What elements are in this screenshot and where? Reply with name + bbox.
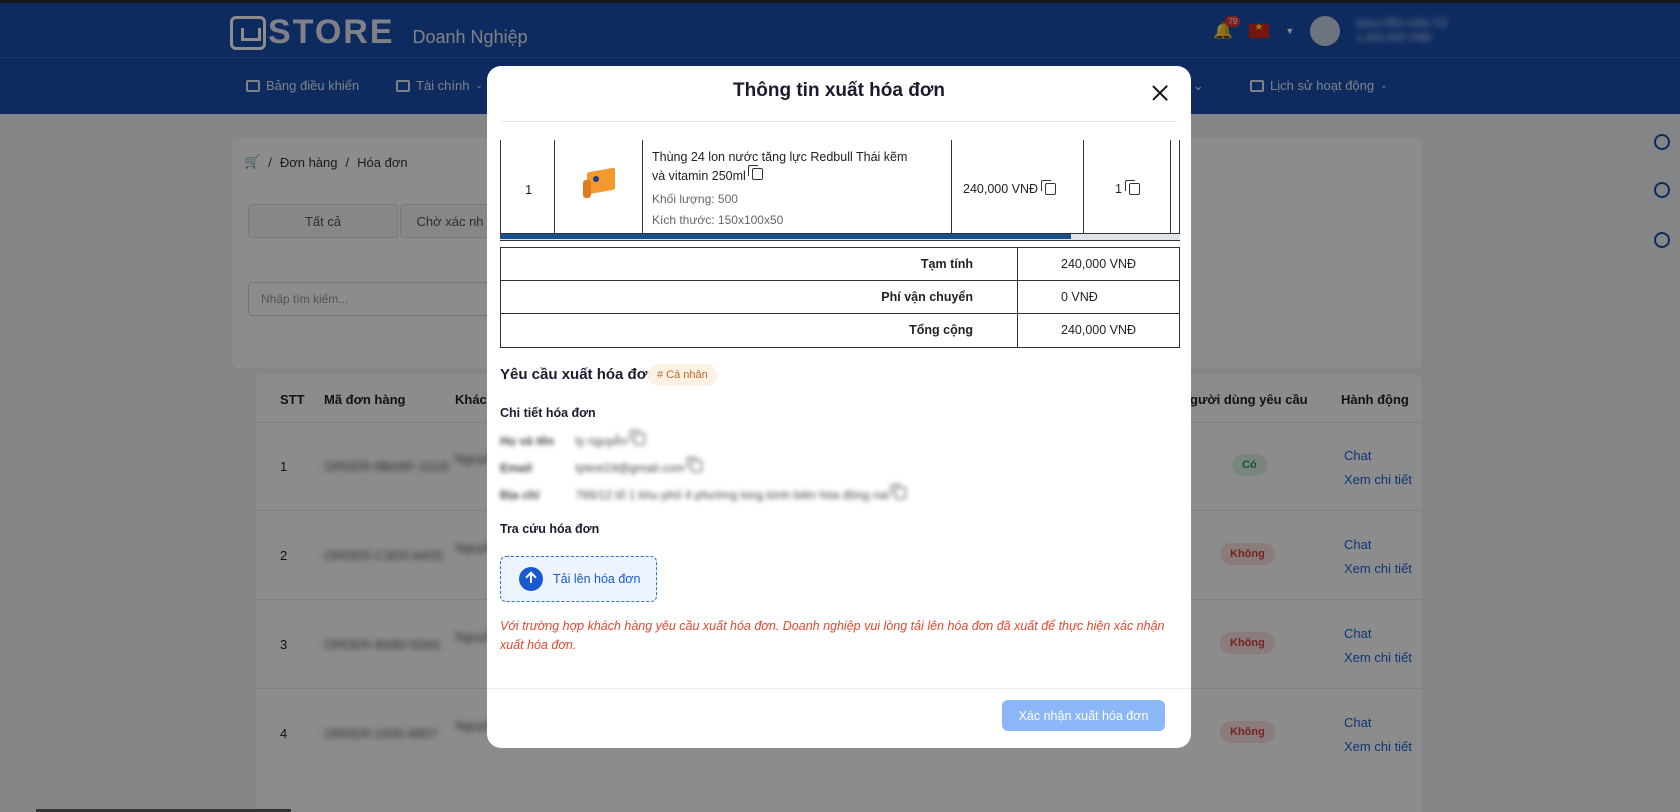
shipping-value: 0 VNĐ	[1061, 290, 1098, 304]
upload-invoice-button[interactable]: Tải lên hóa đơn	[500, 556, 657, 602]
lookup-title: Tra cứu hóa đơn	[500, 522, 600, 536]
subtotal-value: 240,000 VNĐ	[1061, 257, 1137, 271]
copy-icon[interactable]	[748, 165, 764, 180]
detail-address: Địa chỉ 766/12 tổ 1 khu phố 4 phường lon…	[500, 484, 907, 502]
warning-text: Với trường hợp khách hàng yêu cầu xuất h…	[500, 619, 1165, 652]
total-label: Tổng cộng	[909, 323, 973, 337]
product-name-text: Thùng 24 lon nước tăng lực Redbull Thái …	[652, 150, 908, 183]
divider	[501, 121, 1177, 122]
scrollbar-thumb[interactable]	[500, 234, 1072, 239]
upload-label: Tải lên hóa đơn	[553, 572, 641, 586]
subtotal-row: Tạm tính 240,000 VNĐ	[501, 248, 1179, 281]
invoice-type-badge: # Cá nhân	[648, 364, 717, 386]
detail-address-value: 766/12 tổ 1 khu phố 4 phường long bình b…	[575, 488, 889, 502]
product-qty: 1	[1115, 180, 1140, 196]
divider	[487, 688, 1191, 689]
horizontal-scrollbar[interactable]	[500, 233, 1180, 241]
product-image	[581, 164, 621, 204]
detail-name-value: ty nguyễn	[575, 434, 628, 448]
copy-icon[interactable]	[686, 457, 702, 472]
total-value: 240,000 VNĐ	[1061, 323, 1137, 337]
product-qty-text: 1	[1115, 182, 1122, 196]
detail-email-label: Email	[500, 461, 533, 475]
product-weight: Khối lượng: 500	[652, 192, 738, 206]
shipping-row: Phí vận chuyển 0 VNĐ	[501, 281, 1179, 314]
total-row: Tổng cộng 240,000 VNĐ	[501, 314, 1179, 347]
product-price: 240,000 VNĐ	[963, 180, 1057, 196]
detail-title: Chi tiết hóa đơn	[500, 406, 596, 420]
invoice-modal: Thông tin xuất hóa đơn 1 Thùng 24 lon nư…	[487, 66, 1191, 748]
product-name: Thùng 24 lon nước tăng lực Redbull Thái …	[652, 148, 922, 186]
copy-icon[interactable]	[891, 484, 907, 499]
product-price-text: 240,000 VNĐ	[963, 182, 1039, 196]
detail-address-label: Địa chỉ	[500, 488, 540, 502]
product-no: 1	[525, 182, 533, 197]
summary-table: Tạm tính 240,000 VNĐ Phí vận chuyển 0 VN…	[500, 247, 1180, 348]
detail-email-value: tytest19@gmail.com	[575, 461, 685, 475]
copy-icon[interactable]	[629, 430, 645, 445]
copy-icon[interactable]	[1124, 180, 1140, 195]
copy-icon[interactable]	[1041, 180, 1057, 195]
upload-icon	[519, 567, 543, 591]
detail-name: Họ và tên ty nguyễn	[500, 430, 645, 448]
modal-title: Thông tin xuất hóa đơn	[733, 80, 945, 101]
product-size: Kích thước: 150x100x50	[652, 213, 784, 227]
shipping-label: Phí vận chuyển	[881, 290, 973, 304]
detail-email: Email tytest19@gmail.com	[500, 457, 702, 475]
product-row: 1 Thùng 24 lon nước tăng lực Redbull Thá…	[500, 140, 1180, 235]
confirm-invoice-button[interactable]: Xác nhận xuất hóa đơn	[1002, 700, 1165, 731]
subtotal-label: Tạm tính	[920, 257, 973, 271]
request-title: Yêu cầu xuất hóa đơn	[500, 366, 657, 383]
close-icon[interactable]	[1149, 82, 1171, 104]
detail-name-label: Họ và tên	[500, 434, 555, 448]
